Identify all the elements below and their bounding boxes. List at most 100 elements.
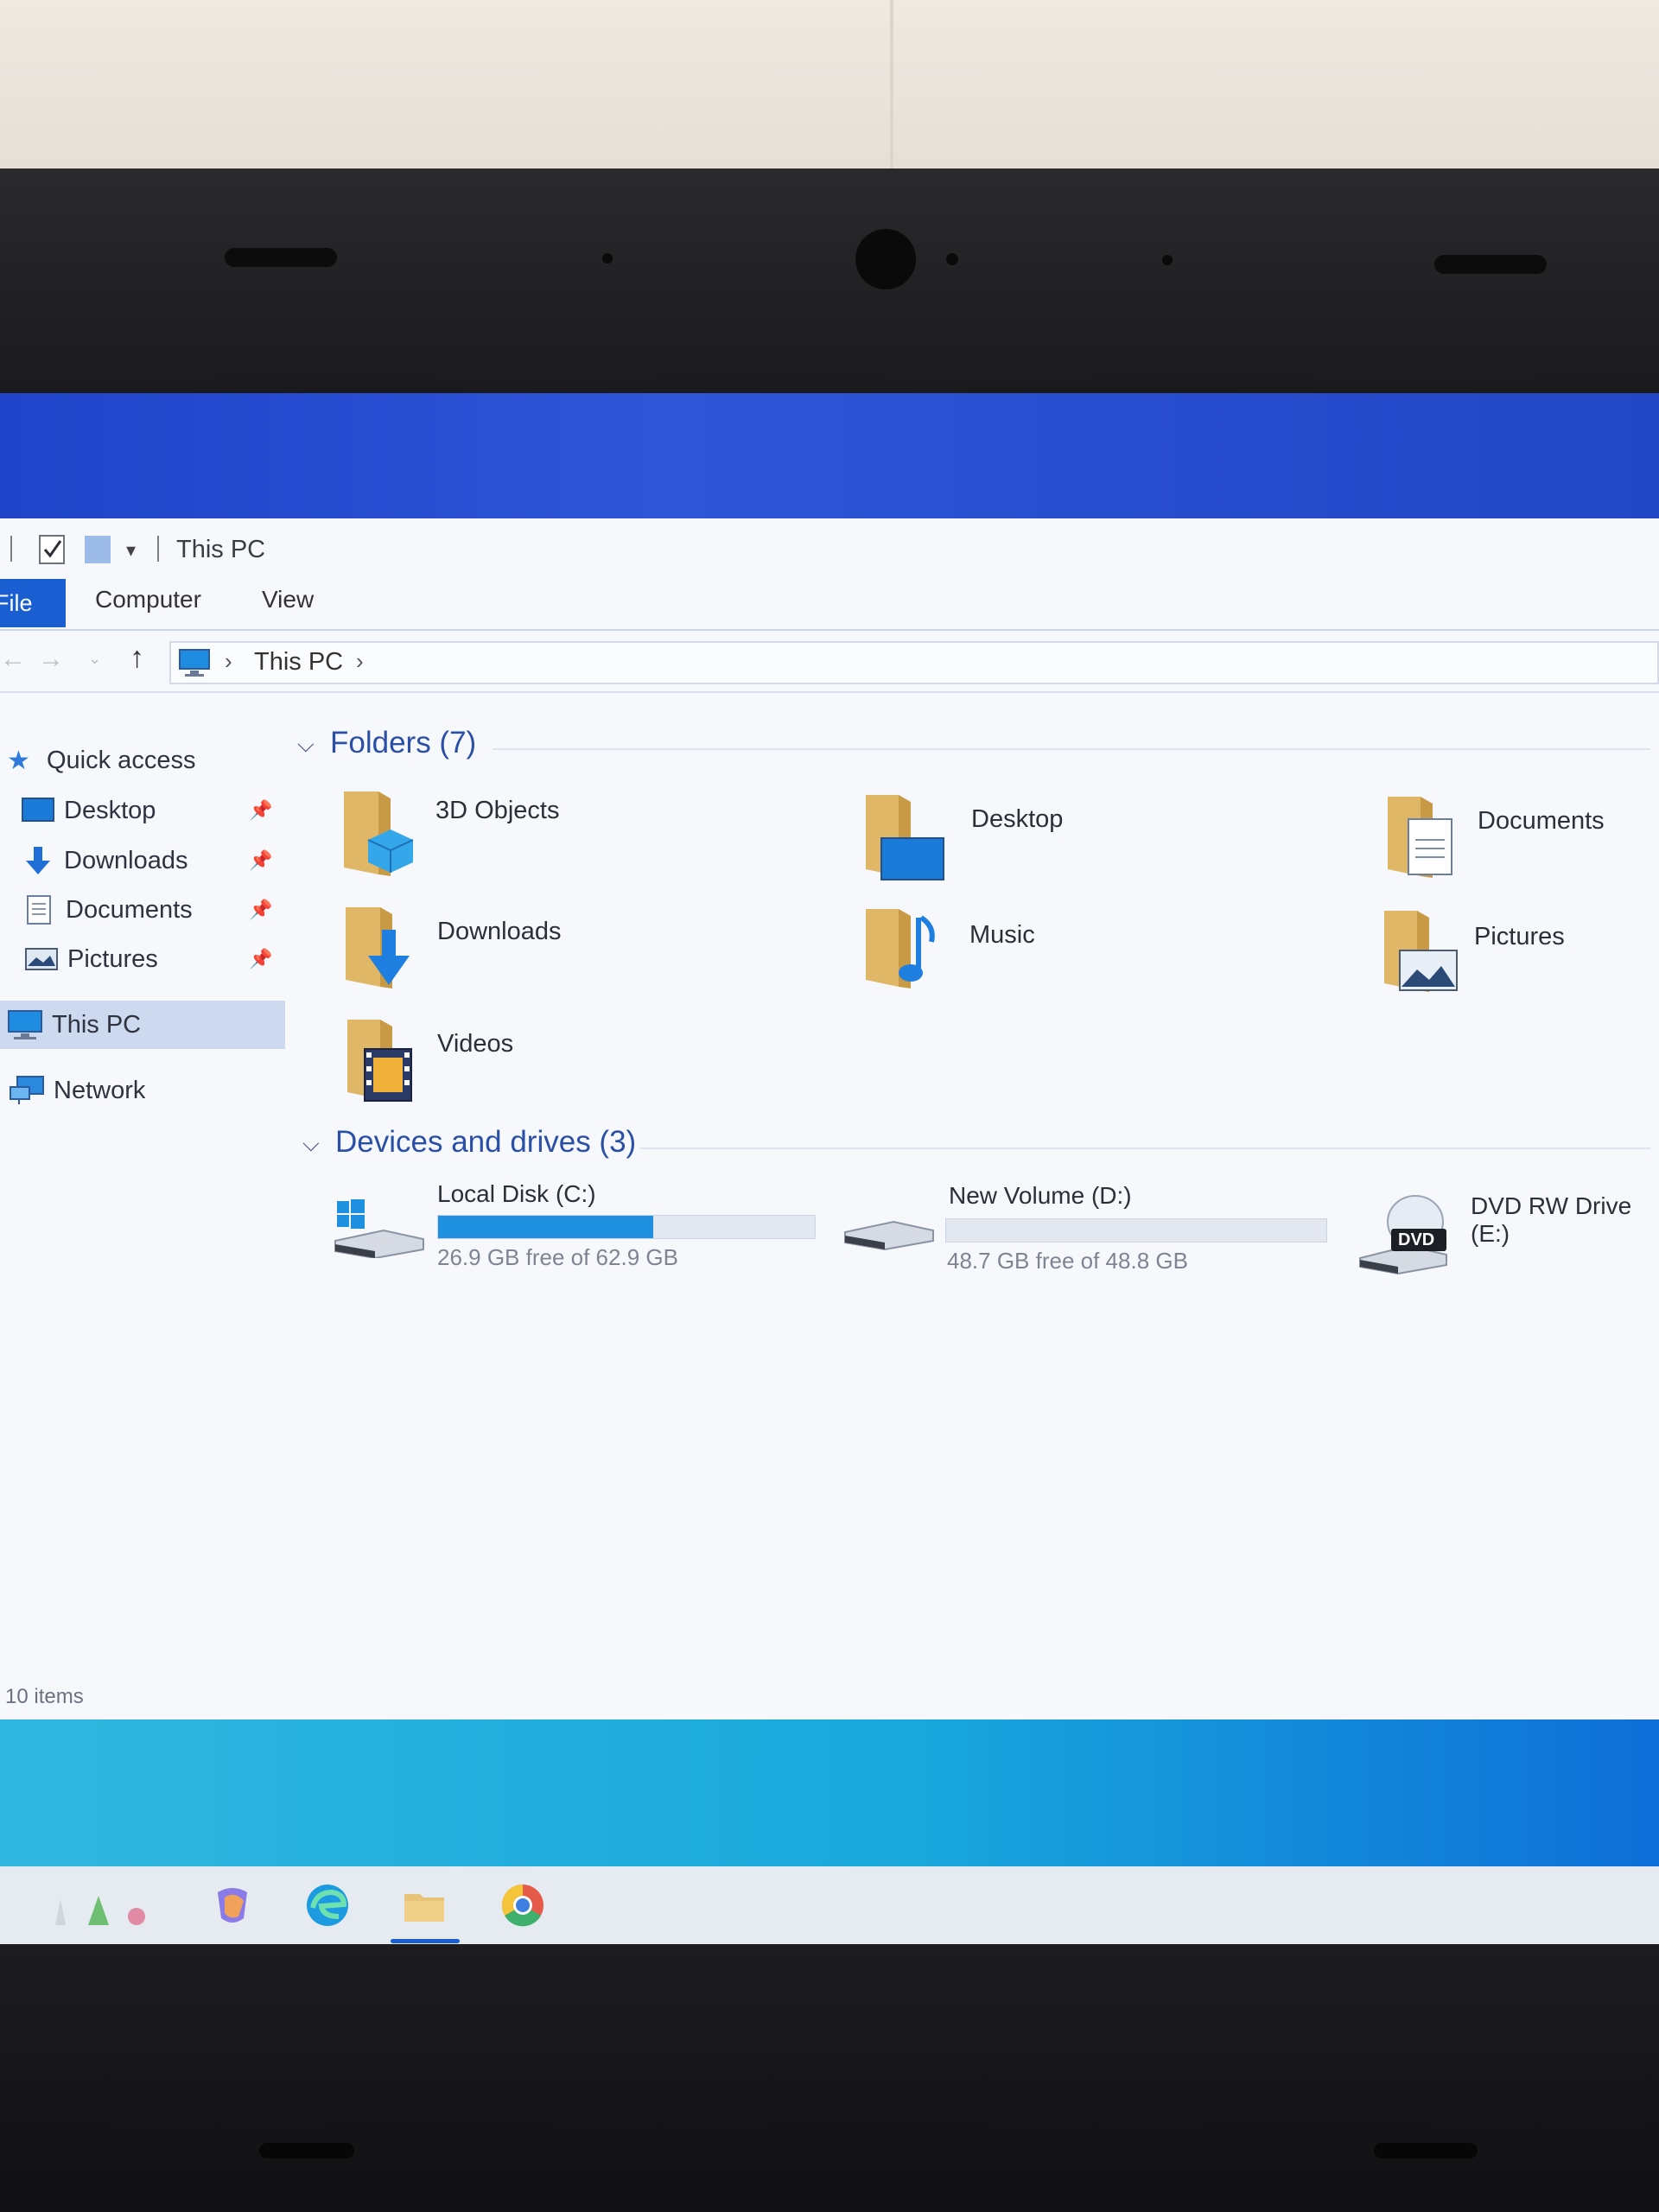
folder-item-downloads[interactable]: Downloads [339,900,650,995]
collapse-chevron-icon[interactable]: ⌵ [297,731,315,759]
section-header-folders[interactable]: Folders (7) [330,726,476,760]
address-bar[interactable]: › This PC › [169,641,1659,684]
3d-objects-folder-icon [344,791,414,876]
drive-usage-fill [438,1216,653,1238]
nav-quick-access[interactable]: ★ Quick access [0,738,285,783]
folder-item-desktop[interactable]: Desktop [861,786,1172,881]
folder-item-documents[interactable]: Documents [1382,786,1659,881]
address-bar-row: ← → ⌄ ↑ › This PC › [0,631,1659,693]
breadcrumb-chevron-icon[interactable]: › [356,648,364,675]
nav-label: Pictures [67,944,158,973]
pictures-folder-icon [1384,911,1458,992]
drive-label: New Volume (D:) [949,1182,1132,1209]
customize-toolbar-chevron-icon[interactable]: ▾ [126,539,136,562]
wall-seam [890,0,893,173]
edge-browser-icon[interactable] [304,1882,351,1929]
nav-item-network[interactable]: Network [0,1068,285,1113]
wall-background [0,0,1659,173]
copilot-icon[interactable] [209,1882,256,1929]
nav-item-documents[interactable]: Documents 📌 [0,887,285,932]
desktop-wallpaper-bottom [0,1719,1659,1866]
folder-label: Pictures [1474,923,1565,950]
nav-item-this-pc[interactable]: This PC [0,1001,285,1049]
section-header-devices[interactable]: Devices and drives (3) [335,1125,636,1160]
nav-item-downloads[interactable]: Downloads 📌 [0,838,285,883]
folder-label: Documents [1478,807,1605,835]
folder-label: 3D Objects [435,797,560,824]
speaker-grille [1434,255,1547,274]
file-explorer-icon[interactable] [401,1882,448,1929]
desktop-wallpaper-top [0,393,1659,523]
drive-usage-bar [945,1218,1327,1243]
nav-label: Downloads [64,846,188,874]
pin-icon[interactable]: 📌 [249,948,272,970]
nav-label: Desktop [64,796,156,824]
nav-label: This PC [52,1010,142,1039]
taskbar [0,1866,1659,1944]
sensor-dot [602,253,613,264]
collapse-chevron-icon[interactable]: ⌵ [302,1130,320,1158]
properties-icon[interactable] [38,534,67,565]
folder-item-music[interactable]: Music [861,900,1172,995]
folder-label: Music [969,921,1035,949]
pin-icon[interactable]: 📌 [249,849,272,872]
download-arrow-icon [26,847,50,874]
toolbar-separator [157,536,159,562]
folder-item-videos[interactable]: Videos [342,1013,653,1108]
widgets-icon[interactable] [47,1882,159,1929]
drive-free-space: 26.9 GB free of 62.9 GB [437,1244,678,1270]
folder-label: Downloads [437,918,562,945]
desktop-folder-icon [866,795,944,880]
document-icon [27,895,51,925]
windows-drive-icon [334,1199,424,1258]
laptop-bezel-bottom [0,1942,1659,2212]
tab-computer[interactable]: Computer [95,586,201,613]
drive-item-e[interactable]: DVD DVD RW Drive (E:) [1357,1192,1659,1287]
nav-item-desktop[interactable]: Desktop 📌 [0,788,285,833]
tab-file-label: File [0,590,33,616]
toolbar-separator [10,536,12,562]
back-arrow-icon[interactable]: ← [0,645,26,674]
downloads-folder-icon [346,907,410,988]
folder-label: Desktop [971,805,1064,833]
desktop-icon [22,798,54,822]
ribbon-tabs: File Computer View [0,579,1659,631]
picture-icon [25,948,58,970]
speaker-grille [225,248,337,267]
up-arrow-icon[interactable]: ↑ [130,641,144,675]
dvd-badge: DVD [1398,1230,1435,1249]
tab-view[interactable]: View [262,586,314,613]
drive-label: Local Disk (C:) [437,1180,596,1207]
nav-label: Network [54,1076,146,1104]
section-divider [639,1147,1650,1149]
laptop-bezel-top [0,168,1659,397]
this-pc-icon [179,649,210,677]
star-icon: ★ [7,746,30,775]
nav-item-pictures[interactable]: Pictures 📌 [0,937,285,982]
recent-locations-chevron-icon[interactable]: ⌄ [88,650,101,668]
file-explorer-window: ▾ This PC File Computer View ← → ⌄ ↑ › T… [0,518,1659,1719]
videos-folder-icon [347,1020,412,1102]
documents-folder-icon [1388,797,1452,878]
screen: ▾ This PC File Computer View ← → ⌄ ↑ › T… [0,393,1659,1944]
pin-icon[interactable]: 📌 [249,799,272,822]
drive-label: DVD RW Drive (E:) [1471,1192,1632,1247]
pin-icon[interactable]: 📌 [249,899,272,921]
webcam [855,229,916,289]
folder-label: Videos [437,1030,514,1058]
nav-label: Documents [66,895,193,924]
tab-file[interactable]: File [0,579,66,627]
navigation-pane: ★ Quick access Desktop 📌 Downloads 📌 Doc… [0,691,285,1642]
new-folder-icon[interactable] [83,534,112,565]
drive-item-c[interactable]: Local Disk (C:) 26.9 GB free of 62.9 GB [332,1175,816,1270]
nav-label: Quick access [47,746,196,774]
window-title: This PC [176,536,266,563]
hard-drive-icon [844,1220,934,1251]
this-pc-icon [8,1010,42,1039]
folder-item-pictures[interactable]: Pictures [1379,900,1656,995]
chrome-browser-icon[interactable] [499,1882,546,1929]
drive-usage-bar [437,1215,816,1239]
folder-item-3d-objects[interactable]: 3D Objects [337,786,648,881]
breadcrumb-this-pc[interactable]: This PC [254,648,343,677]
forward-arrow-icon[interactable]: → [38,645,64,674]
